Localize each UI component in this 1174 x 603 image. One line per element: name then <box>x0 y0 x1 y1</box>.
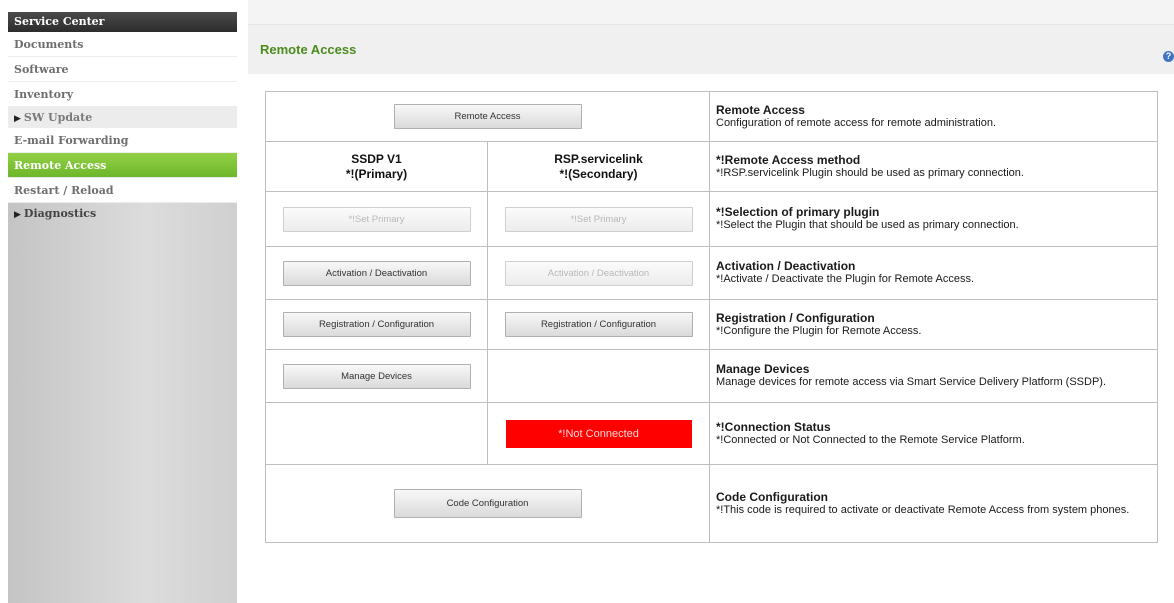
sidebar-item-email-forwarding[interactable]: E-mail Forwarding <box>8 128 237 153</box>
row-title: *!Remote Access method <box>716 152 861 167</box>
table-row: Manage Devices Manage Devices Manage devi… <box>265 349 1158 403</box>
table-row: *!Not Connected *!Connection Status *!Con… <box>265 402 1158 465</box>
sidebar-item-label: Diagnostics <box>23 207 97 220</box>
row-title: Code Configuration <box>716 489 828 504</box>
sidebar-header: Service Center <box>8 12 237 32</box>
row-description: *!Select the Plugin that should be used … <box>716 219 1019 231</box>
table-row: SSDP V1 *!(Primary) RSP.servicelink *!(Sec… <box>265 141 1158 192</box>
row-description: *!This code is required to activate or d… <box>716 503 1130 516</box>
row-title: Activation / Deactivation <box>716 259 856 273</box>
rsp-set-primary-button[interactable]: *!Set Primary <box>504 206 693 232</box>
row-description: *!Connected or Not Connected to the Remo… <box>716 433 1025 446</box>
sidebar-item-sw-update[interactable]: ▶ SW Update <box>8 107 237 128</box>
table-row: Code Configuration Code Configuration *!T… <box>265 464 1158 543</box>
expand-triangle-icon: ▶ <box>14 114 21 124</box>
sidebar-item-label: SW Update <box>23 111 93 124</box>
ssdp-registration-button[interactable]: Registration / Configuration <box>282 312 471 337</box>
row-title: Manage Devices <box>716 362 810 376</box>
row-title: Registration / Configuration <box>716 310 875 325</box>
sidebar-item-restart-reload[interactable]: Restart / Reload <box>8 178 237 203</box>
page-title: Remote Access <box>260 42 357 57</box>
table-row: Registration / Configuration Registratio… <box>265 299 1158 350</box>
table-row: Remote Access Remote Access Configuration… <box>265 91 1158 142</box>
row-description: *!Activate / Deactivate the Plugin for R… <box>716 273 975 285</box>
ssdp-activation-button[interactable]: Activation / Deactivation <box>282 260 471 286</box>
help-icon[interactable]: ? <box>1163 51 1174 62</box>
row-description: Configuration of remote access for remot… <box>716 116 997 129</box>
row-title: *!Selection of primary plugin <box>716 205 880 219</box>
row-title: Remote Access <box>716 102 805 117</box>
ssdp-set-primary-button[interactable]: *!Set Primary <box>282 206 471 232</box>
remote-access-table: Remote Access Remote Access Configuration… <box>265 91 1158 543</box>
table-row: Activation / Deactivation Activation / D… <box>265 246 1158 300</box>
code-configuration-button[interactable]: Code Configuration <box>393 489 582 518</box>
rsp-header: RSP.servicelink *!(Secondary) <box>554 151 643 181</box>
table-row: *!Set Primary *!Set Primary *!Selection … <box>265 191 1158 247</box>
rsp-activation-button[interactable]: Activation / Deactivation <box>504 260 693 286</box>
row-description: *!Configure the Plugin for Remote Access… <box>716 324 922 337</box>
section-header: Remote Access ? <box>248 24 1174 75</box>
expand-triangle-icon: ▶ <box>14 210 21 220</box>
sidebar: Service Center Documents Software Invent… <box>8 12 237 603</box>
top-strip <box>248 0 1174 24</box>
connection-status-badge: *!Not Connected <box>505 419 692 448</box>
main-panel: Remote Access ? Remote Access Remote Acc… <box>248 0 1174 603</box>
sidebar-item-software[interactable]: Software <box>8 57 237 82</box>
rsp-registration-button[interactable]: Registration / Configuration <box>504 312 693 337</box>
sidebar-item-documents[interactable]: Documents <box>8 32 237 57</box>
row-description: Manage devices for remote access via Sma… <box>716 376 1107 388</box>
sidebar-item-inventory[interactable]: Inventory <box>8 82 237 107</box>
remote-access-button[interactable]: Remote Access <box>393 104 582 129</box>
ssdp-header: SSDP V1 *!(Primary) <box>345 151 408 181</box>
manage-devices-button[interactable]: Manage Devices <box>282 363 471 389</box>
sidebar-item-diagnostics[interactable]: ▶ Diagnostics <box>8 203 237 225</box>
row-title: *!Connection Status <box>716 419 831 434</box>
sidebar-item-remote-access[interactable]: Remote Access <box>8 153 237 178</box>
row-description: *!RSP.servicelink Plugin should be used … <box>716 166 1024 179</box>
